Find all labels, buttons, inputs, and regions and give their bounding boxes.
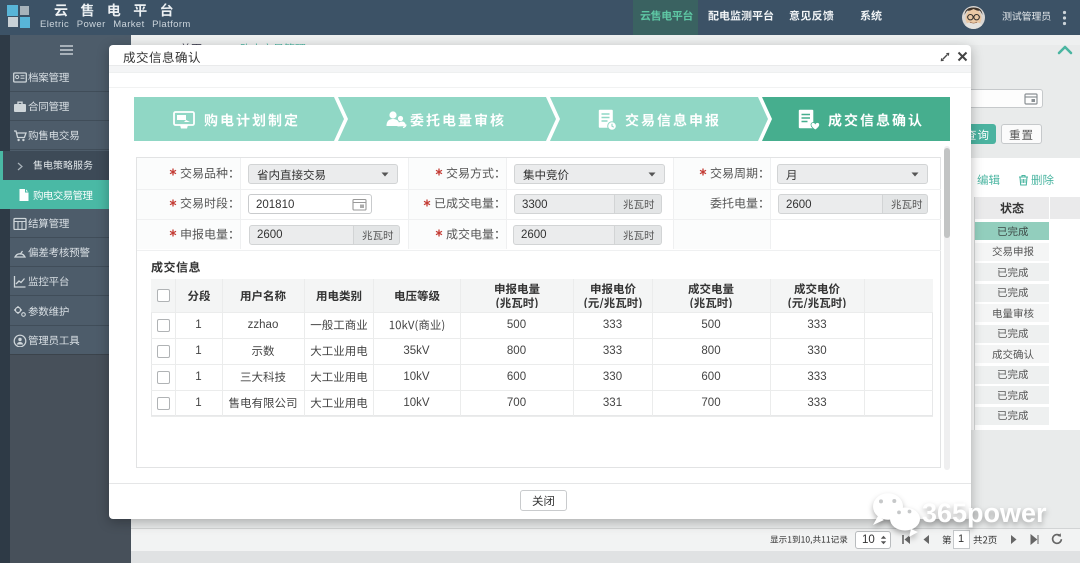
svg-text:365power: 365power bbox=[922, 498, 1047, 528]
